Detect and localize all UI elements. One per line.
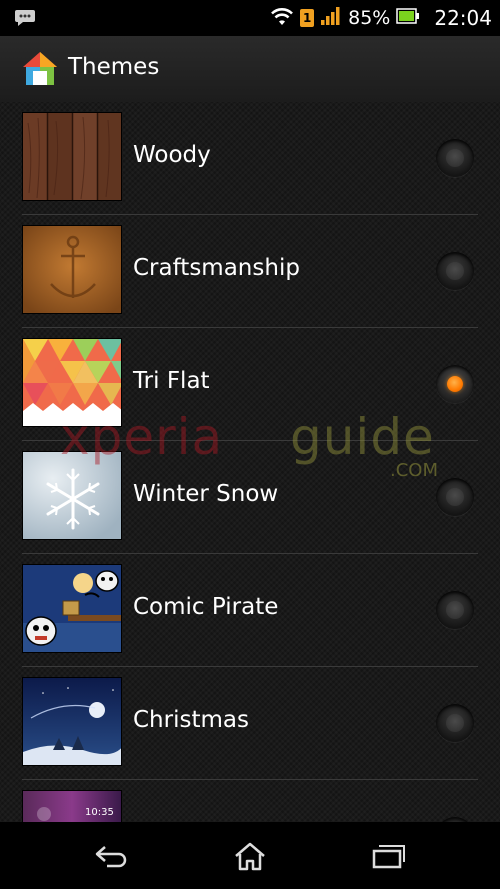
theme-item-winter-snow[interactable]: Winter Snow	[0, 441, 500, 554]
back-icon[interactable]	[86, 836, 136, 876]
thumbnail-clock: 10:35	[85, 807, 114, 818]
battery-icon	[396, 7, 420, 29]
theme-item-christmas[interactable]: Christmas	[0, 667, 500, 780]
recent-apps-icon[interactable]	[363, 836, 413, 876]
comic-pirate-thumbnail	[22, 564, 122, 653]
christmas-thumbnail	[22, 677, 122, 766]
home-icon[interactable]	[225, 836, 275, 876]
theme-name: Christmas	[133, 707, 249, 733]
theme-item-craftsmanship[interactable]: Craftsmanship	[0, 215, 500, 328]
woody-thumbnail	[22, 112, 122, 201]
page-title: Themes	[68, 54, 160, 80]
tri-flat-thumbnail	[22, 338, 122, 427]
wifi-icon	[270, 5, 294, 31]
theme-radio-button[interactable]	[436, 478, 474, 516]
theme-radio-button[interactable]	[436, 139, 474, 177]
winter-snow-thumbnail	[22, 451, 122, 540]
theme-name: Craftsmanship	[133, 255, 300, 281]
action-bar: Themes	[0, 36, 500, 103]
theme-radio-button[interactable]	[436, 704, 474, 742]
navigation-bar	[0, 822, 500, 889]
clock: 22:04	[434, 6, 492, 30]
notification-badge: 1	[302, 11, 312, 25]
themes-app-icon[interactable]	[21, 49, 59, 91]
theme-radio-button[interactable]	[436, 252, 474, 290]
craftsmanship-thumbnail	[22, 225, 122, 314]
partial-theme-thumbnail: 10:35	[22, 790, 122, 822]
theme-item-comic-pirate[interactable]: Comic Pirate	[0, 554, 500, 667]
theme-name: Comic Pirate	[133, 594, 279, 620]
theme-list[interactable]: Woody Craftsmanship Tri Flat Winter Snow…	[0, 102, 500, 822]
theme-item-partial[interactable]: 10:35	[0, 780, 500, 822]
theme-item-woody[interactable]: Woody	[0, 102, 500, 215]
theme-name: Tri Flat	[133, 368, 210, 394]
theme-name: Woody	[133, 142, 211, 168]
status-bar: 1 85% 22:04	[0, 0, 500, 36]
battery-percent: 85%	[348, 7, 391, 29]
messenger-icon	[14, 8, 36, 32]
theme-name: Winter Snow	[133, 481, 279, 507]
theme-item-tri-flat[interactable]: Tri Flat	[0, 328, 500, 441]
signal-icon	[320, 6, 342, 30]
theme-radio-button[interactable]	[436, 591, 474, 629]
theme-radio-button-selected[interactable]	[436, 365, 474, 403]
lock-icon	[37, 807, 51, 821]
sim-notification-icon: 1	[300, 9, 315, 27]
